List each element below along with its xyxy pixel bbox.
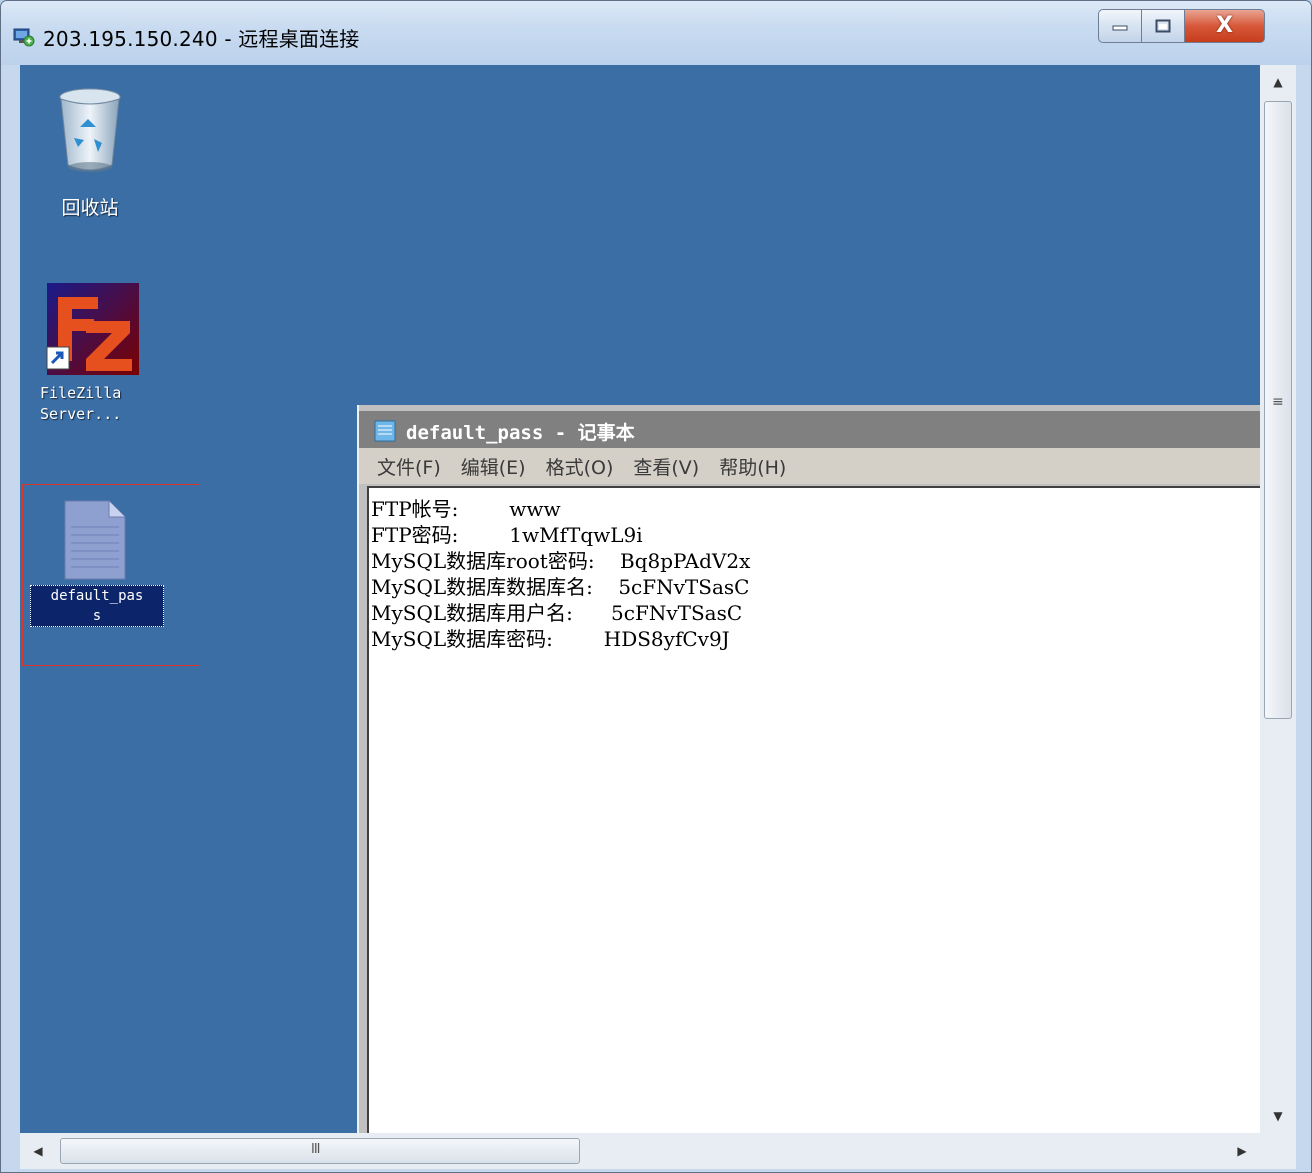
scroll-down-arrow-icon[interactable]: ▼ bbox=[1260, 1099, 1296, 1133]
notepad-content: FTP帐号: www FTP密码: 1wMfTqwL9i MySQL数据库roo… bbox=[371, 497, 751, 651]
recycle-bin-icon bbox=[59, 88, 121, 172]
desktop-icon-label: FileZilla Server... bbox=[40, 384, 122, 423]
menu-file[interactable]: 文件(F) bbox=[377, 453, 441, 480]
desktop-icon-label: 回收站 bbox=[61, 197, 119, 219]
menu-help[interactable]: 帮助(H) bbox=[719, 453, 786, 480]
menu-format[interactable]: 格式(O) bbox=[546, 453, 614, 480]
scroll-up-arrow-icon[interactable]: ▲ bbox=[1260, 65, 1296, 99]
grip-icon: III bbox=[311, 1142, 320, 1157]
notepad-window[interactable]: default_pass - 记事本 文件(F) 编辑(E) 格式(O) 查看(… bbox=[357, 405, 1260, 1133]
menu-view[interactable]: 查看(V) bbox=[633, 453, 699, 480]
scroll-left-arrow-icon[interactable]: ◀ bbox=[20, 1133, 56, 1169]
close-button[interactable]: X bbox=[1185, 9, 1265, 43]
notepad-title: default_pass - 记事本 bbox=[406, 422, 635, 444]
minimize-icon bbox=[1112, 25, 1128, 31]
horizontal-scroll-thumb[interactable]: III bbox=[60, 1138, 580, 1164]
notepad-titlebar[interactable]: default_pass - 记事本 bbox=[359, 411, 1260, 448]
vertical-scroll-thumb[interactable]: ≡ bbox=[1264, 101, 1292, 719]
remote-desktop-icon bbox=[13, 28, 35, 47]
scroll-right-arrow-icon[interactable]: ▶ bbox=[1224, 1133, 1260, 1169]
maximize-button[interactable] bbox=[1142, 9, 1185, 43]
horizontal-scrollbar[interactable]: ◀ III ▶ bbox=[20, 1133, 1260, 1169]
desktop-icon-recycle-bin[interactable]: 回收站 bbox=[50, 81, 130, 219]
desktop-icon-default-pass[interactable]: default_pas s bbox=[22, 484, 200, 666]
close-icon: X bbox=[1216, 13, 1233, 38]
grip-icon: ≡ bbox=[1272, 394, 1284, 410]
notepad-text-area[interactable]: FTP帐号: www FTP密码: 1wMfTqwL9i MySQL数据库roo… bbox=[367, 486, 1260, 1133]
vertical-scrollbar[interactable]: ▲ ≡ ▼ bbox=[1260, 65, 1296, 1133]
rdp-titlebar[interactable]: 203.195.150.240 - 远程桌面连接 X bbox=[1, 1, 1311, 65]
text-file-icon bbox=[64, 500, 126, 580]
menu-edit[interactable]: 编辑(E) bbox=[461, 453, 526, 480]
filezilla-icon bbox=[46, 283, 139, 375]
window-title: 203.195.150.240 - 远程桌面连接 bbox=[43, 27, 360, 51]
minimize-button[interactable] bbox=[1098, 9, 1142, 43]
remote-desktop[interactable]: 回收站 FileZilla Server... default_pas s de… bbox=[20, 65, 1260, 1133]
rdp-window: 203.195.150.240 - 远程桌面连接 X 回收站 FileZilla… bbox=[0, 0, 1312, 1173]
notepad-menubar: 文件(F) 编辑(E) 格式(O) 查看(V) 帮助(H) bbox=[359, 448, 1260, 484]
desktop-icon-label-selected: default_pas s bbox=[30, 585, 164, 627]
size-grip-icon[interactable] bbox=[1260, 1133, 1296, 1169]
notepad-icon bbox=[374, 420, 396, 442]
maximize-icon bbox=[1155, 19, 1171, 33]
